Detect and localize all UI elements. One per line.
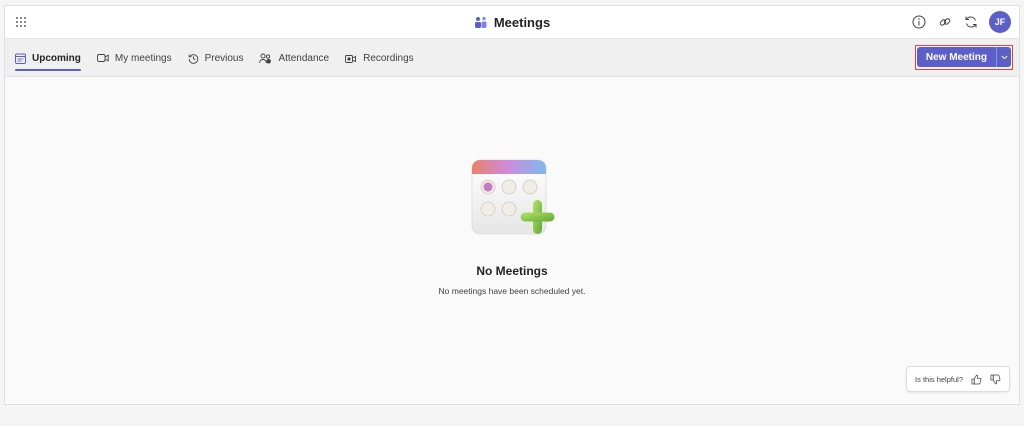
tab-upcoming[interactable]: Upcoming [15, 39, 81, 77]
calendar-icon [15, 53, 26, 64]
tab-recordings[interactable]: Recordings [345, 39, 414, 77]
app-frame: Meetings JF Upcoming My meetings Previou… [4, 5, 1020, 405]
empty-state: No Meetings No meetings have been schedu… [5, 156, 1019, 296]
people-icon [259, 53, 272, 63]
new-meeting-split-button: New Meeting [914, 45, 1013, 70]
app-title-group: Meetings [5, 6, 1019, 39]
tab-recordings-label: Recordings [363, 52, 414, 64]
meetings-app-icon [474, 16, 487, 28]
user-avatar[interactable]: JF [989, 11, 1011, 33]
new-meeting-button[interactable]: New Meeting [916, 47, 996, 67]
empty-calendar-illustration-icon [471, 159, 555, 235]
feedback-prompt: Is this helpful? [915, 374, 963, 384]
title-bar: Meetings JF [5, 6, 1019, 39]
refresh-icon[interactable] [963, 14, 979, 30]
thumbs-up-icon[interactable] [971, 374, 982, 385]
chevron-down-icon [1000, 55, 1008, 59]
feedback-widget: Is this helpful? [906, 366, 1010, 392]
info-icon[interactable] [911, 14, 927, 30]
tab-attendance[interactable]: Attendance [259, 39, 329, 77]
title-actions: JF [911, 11, 1011, 33]
tab-previous-label: Previous [204, 52, 244, 64]
empty-state-subtitle: No meetings have been scheduled yet. [438, 286, 586, 296]
thumbs-down-icon[interactable] [990, 374, 1001, 385]
tab-upcoming-label: Upcoming [32, 52, 81, 64]
empty-state-title: No Meetings [476, 264, 548, 278]
tab-my-meetings-label: My meetings [114, 52, 172, 64]
video-icon [96, 54, 109, 62]
tab-attendance-label: Attendance [278, 52, 330, 64]
tab-bar: Upcoming My meetings Previous Attendance… [5, 39, 1019, 77]
tab-my-meetings[interactable]: My meetings [96, 39, 172, 77]
tab-list: Upcoming My meetings Previous Attendance… [15, 39, 414, 77]
tab-previous[interactable]: Previous [188, 39, 244, 77]
history-icon [188, 53, 198, 64]
app-title: Meetings [493, 15, 551, 30]
link-icon[interactable] [937, 14, 953, 30]
recording-icon [345, 54, 357, 63]
new-meeting-dropdown-button[interactable] [996, 47, 1011, 67]
